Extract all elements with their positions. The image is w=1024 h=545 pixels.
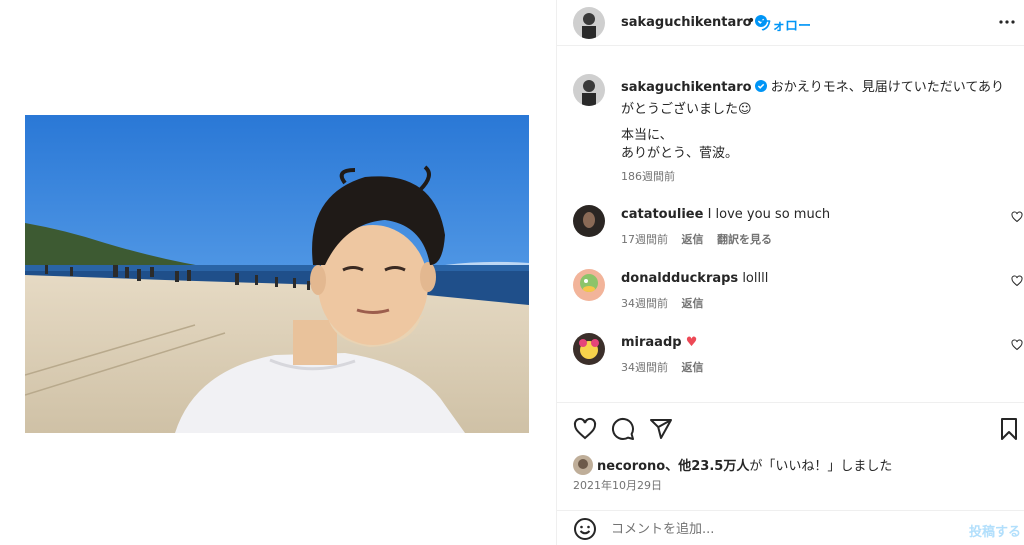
caption-username[interactable]: sakaguchikentaro: [621, 80, 752, 95]
verified-badge-icon: [754, 80, 767, 92]
comment-like-icon[interactable]: [1011, 211, 1023, 223]
heart-icon[interactable]: [573, 417, 597, 441]
comment-text: miraadp ♥: [621, 335, 697, 350]
likes-suffix: が「いいね！」しました: [749, 459, 893, 474]
comment-text: catatouliee I love you so much: [621, 207, 830, 222]
comment-body: lollll: [742, 271, 769, 286]
post-header: sakaguchikentaro • フォロー: [557, 0, 1024, 46]
commenter-avatar[interactable]: [573, 269, 605, 301]
follow-button[interactable]: フォロー: [759, 15, 811, 34]
commenter-avatar[interactable]: [573, 205, 605, 237]
comment-item: miraadp ♥ 34週間前 返信: [557, 333, 1024, 393]
add-comment-bar: 投稿する: [557, 510, 1024, 545]
comment-text: donaldduckraps lollll: [621, 271, 768, 286]
liker-username[interactable]: necorono: [597, 459, 665, 474]
author-username[interactable]: sakaguchikentaro: [621, 15, 767, 30]
likes-count[interactable]: 、他23.5万人: [665, 459, 749, 474]
comment-item: donaldduckraps lollll 34週間前 返信: [557, 269, 1024, 329]
header-separator: •: [747, 13, 756, 29]
caption-timestamp[interactable]: 186週間前: [621, 168, 675, 184]
liker-avatar[interactable]: [573, 455, 593, 475]
more-options-icon[interactable]: [997, 12, 1017, 32]
likes-summary: necorono、他23.5万人が「いいね！」しました: [573, 455, 892, 475]
caption-author-avatar[interactable]: [573, 74, 605, 106]
comment-body: ♥: [685, 335, 698, 350]
comment-meta: 34週間前 返信: [621, 359, 714, 375]
comment-body: I love you so much: [707, 207, 831, 222]
comment-like-icon[interactable]: [1011, 275, 1023, 287]
commenter-username[interactable]: donaldduckraps: [621, 271, 738, 286]
media-area: [0, 0, 556, 545]
share-icon[interactable]: [649, 417, 673, 441]
comment-input[interactable]: [611, 520, 951, 538]
post-side-panel: sakaguchikentaro • フォロー sakaguchikentaro…: [556, 0, 1024, 545]
caption-text: sakaguchikentaro おかえりモネ、見届けていただいてありがとうござ…: [621, 77, 1016, 121]
comment-like-icon[interactable]: [1011, 339, 1023, 351]
comment-meta: 17週間前 返信 翻訳を見る: [621, 231, 782, 247]
post-comment-button[interactable]: 投稿する: [969, 521, 1021, 540]
caption-body-continued: 本当に、 ありがとう、菅波。: [621, 128, 739, 161]
commenter-username[interactable]: catatouliee: [621, 207, 703, 222]
comment-meta: 34週間前 返信: [621, 295, 714, 311]
action-bar: [557, 402, 1024, 452]
comment-icon[interactable]: [611, 417, 635, 441]
comments-list[interactable]: sakaguchikentaro おかえりモネ、見届けていただいてありがとうござ…: [557, 47, 1024, 402]
bookmark-icon[interactable]: [997, 417, 1021, 441]
comment-timestamp[interactable]: 34週間前: [621, 297, 668, 310]
emoji-icon[interactable]: [573, 517, 597, 541]
post-photo[interactable]: [25, 115, 529, 433]
reply-button[interactable]: 返信: [682, 361, 704, 374]
reply-button[interactable]: 返信: [682, 297, 704, 310]
reply-button[interactable]: 返信: [682, 233, 704, 246]
author-username-text[interactable]: sakaguchikentaro: [621, 15, 752, 30]
author-avatar[interactable]: [573, 7, 605, 39]
comment-item: catatouliee I love you so much 17週間前 返信 …: [557, 205, 1024, 265]
instagram-post-view: sakaguchikentaro • フォロー sakaguchikentaro…: [0, 0, 1024, 545]
post-date[interactable]: 2021年10月29日: [573, 477, 662, 493]
translate-button[interactable]: 翻訳を見る: [717, 233, 772, 246]
comment-timestamp[interactable]: 34週間前: [621, 361, 668, 374]
commenter-username[interactable]: miraadp: [621, 335, 682, 350]
comment-timestamp[interactable]: 17週間前: [621, 233, 668, 246]
commenter-avatar[interactable]: [573, 333, 605, 365]
